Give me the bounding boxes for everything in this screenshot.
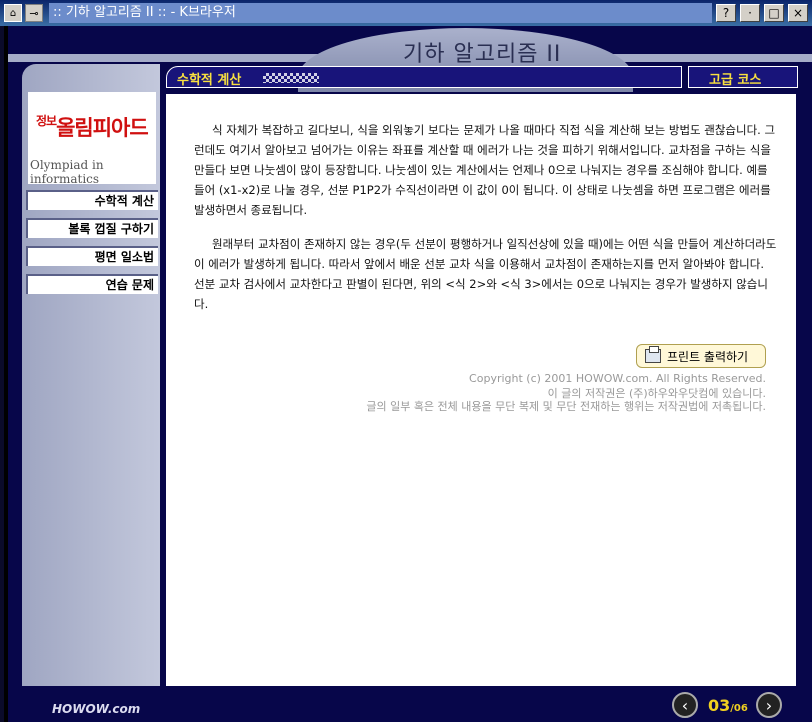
logo: 정보올림피아드 Olympiad in informatics bbox=[28, 92, 156, 186]
sidebar-item-math[interactable]: 수학적 계산 bbox=[26, 190, 158, 210]
page-total: /06 bbox=[730, 703, 748, 714]
page-indicator: 03/06 bbox=[708, 696, 748, 715]
window-titlebar[interactable]: ⌂ ⊸ :: 기하 알고리즘 II :: - K브라우저 ? · □ × bbox=[0, 0, 812, 26]
section-title: 수학적 계산 bbox=[177, 73, 242, 88]
app-title: 기하 알고리즘 II bbox=[403, 42, 562, 67]
logo-korean-main: 올림피아드 bbox=[56, 116, 149, 140]
level-header: 고급 코스 bbox=[688, 66, 798, 88]
level-title: 고급 코스 bbox=[709, 73, 762, 88]
help-button[interactable]: ? bbox=[716, 4, 736, 22]
maximize-button[interactable]: □ bbox=[764, 4, 784, 22]
app-icon[interactable]: ⌂ bbox=[4, 4, 22, 22]
copyright-line-3: 글의 일부 혹은 전체 내용을 무단 복제 및 무단 전재하는 행위는 저작권법… bbox=[366, 400, 766, 413]
logo-korean-small: 정보 bbox=[36, 114, 57, 128]
paragraph-2: 원래부터 교차점이 존재하지 않는 경우(두 선분이 평행하거나 일직선상에 있… bbox=[194, 237, 777, 311]
prev-page-button[interactable]: ‹ bbox=[672, 692, 698, 718]
printer-icon bbox=[645, 346, 661, 363]
paragraph-1: 식 자체가 복잡하고 길다보니, 식을 외워놓기 보다는 문제가 나올 때마다 … bbox=[194, 123, 776, 217]
brand-logo: HOWOW.com bbox=[52, 702, 141, 716]
logo-korean: 정보올림피아드 bbox=[36, 112, 149, 142]
sidebar-item-exercises[interactable]: 연습 문제 bbox=[26, 274, 158, 294]
sidebar: 정보올림피아드 Olympiad in informatics 수학적 계산 볼… bbox=[22, 64, 160, 722]
page-current: 03 bbox=[708, 696, 731, 715]
copyright-line-1: Copyright (c) 2001 HOWOW.com. All Rights… bbox=[469, 372, 766, 385]
sidebar-item-plane-sweep[interactable]: 평면 일소법 bbox=[26, 246, 158, 266]
section-header: 수학적 계산 bbox=[166, 66, 682, 88]
minimize-button[interactable]: · bbox=[740, 4, 760, 22]
next-page-button[interactable]: › bbox=[756, 692, 782, 718]
logo-english: Olympiad in informatics bbox=[30, 158, 104, 186]
app-body: 기하 알고리즘 II 정보올림피아드 Olympiad in informati… bbox=[8, 26, 812, 722]
footer: HOWOW.com ‹ 03/06 › bbox=[8, 686, 812, 722]
print-button-label: 프린트 출력하기 bbox=[667, 349, 749, 364]
pin-icon[interactable]: ⊸ bbox=[25, 4, 43, 22]
window-frame: 기하 알고리즘 II 정보올림피아드 Olympiad in informati… bbox=[0, 26, 812, 722]
content-panel: 식 자체가 복잡하고 길다보니, 식을 외워놓기 보다는 문제가 나올 때마다 … bbox=[166, 94, 796, 686]
window-title: :: 기하 알고리즘 II :: - K브라우저 bbox=[49, 3, 712, 23]
checker-decoration bbox=[263, 73, 319, 83]
sidebar-item-convex-hull[interactable]: 볼록 껍질 구하기 bbox=[26, 218, 158, 238]
print-button[interactable]: 프린트 출력하기 bbox=[636, 344, 766, 368]
close-button[interactable]: × bbox=[788, 4, 808, 22]
